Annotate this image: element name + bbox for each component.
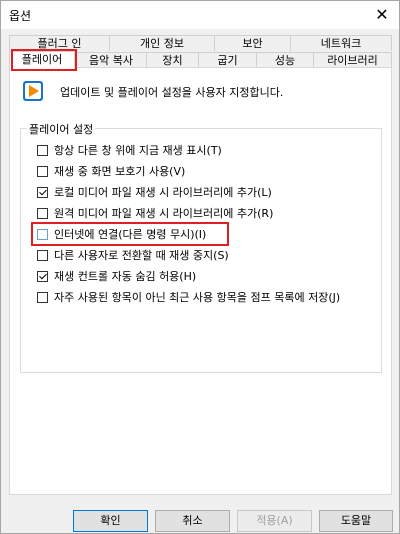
option-screensaver[interactable]: 재생 중 화면 보호기 사용(V) bbox=[37, 163, 185, 179]
option-label: 재생 중 화면 보호기 사용(V) bbox=[54, 165, 186, 178]
checkbox[interactable] bbox=[37, 207, 48, 219]
option-autohide-controls[interactable]: 재생 컨트롤 자동 숨김 허용(H) bbox=[37, 268, 196, 284]
tab-devices[interactable]: 장치 bbox=[146, 52, 198, 68]
title-bar: 옵션 ✕ bbox=[1, 1, 399, 29]
player-tab-highlight bbox=[11, 49, 77, 71]
tab-performance[interactable]: 성능 bbox=[256, 52, 313, 68]
option-label: 항상 다른 창 위에 지금 재생 표시(T) bbox=[54, 144, 222, 157]
option-jump-list-recent[interactable]: 자주 사용된 항목이 아닌 최근 사용 항목을 점프 목록에 저장(J) bbox=[37, 289, 340, 305]
checkbox-checked[interactable] bbox=[37, 186, 48, 198]
window-title: 옵션 bbox=[9, 9, 32, 23]
option-add-remote-files[interactable]: 원격 미디어 파일 재생 시 라이브러리에 추가(R) bbox=[37, 205, 273, 221]
checkbox[interactable] bbox=[37, 291, 48, 303]
option-stop-on-user-switch[interactable]: 다른 사용자로 전환할 때 재생 중지(S) bbox=[37, 247, 229, 263]
tab-library[interactable]: 라이브러리 bbox=[313, 52, 392, 68]
player-settings-panel: 업데이트 및 플레이어 설정을 사용자 지정합니다. 플레이어 설정 항상 다른… bbox=[9, 67, 392, 495]
cancel-button[interactable]: 취소 bbox=[155, 510, 230, 532]
option-label: 로컬 미디어 파일 재생 시 라이브러리에 추가(L) bbox=[54, 186, 272, 199]
checkbox[interactable] bbox=[37, 249, 48, 261]
option-label: 자주 사용된 항목이 아닌 최근 사용 항목을 점프 목록에 저장(J) bbox=[54, 291, 341, 304]
windows-media-player-icon bbox=[23, 81, 43, 101]
option-label: 재생 컨트롤 자동 숨김 허용(H) bbox=[54, 270, 197, 283]
apply-button[interactable]: 적용(A) bbox=[237, 510, 312, 532]
checkbox-checked[interactable] bbox=[37, 270, 48, 282]
player-settings-group: 플레이어 설정 항상 다른 창 위에 지금 재생 표시(T) 재생 중 화면 보… bbox=[20, 121, 382, 373]
internet-option-highlight bbox=[31, 222, 229, 246]
option-label: 다른 사용자로 전환할 때 재생 중지(S) bbox=[54, 249, 229, 262]
tab-burn[interactable]: 굽기 bbox=[198, 52, 256, 68]
checkbox[interactable] bbox=[37, 144, 48, 156]
option-label: 원격 미디어 파일 재생 시 라이브러리에 추가(R) bbox=[54, 207, 274, 220]
tab-security[interactable]: 보안 bbox=[214, 35, 290, 51]
option-add-local-files[interactable]: 로컬 미디어 파일 재생 시 라이브러리에 추가(L) bbox=[37, 184, 272, 200]
option-always-on-top[interactable]: 항상 다른 창 위에 지금 재생 표시(T) bbox=[37, 142, 222, 158]
group-title: 플레이어 설정 bbox=[27, 121, 96, 137]
options-dialog: 옵션 ✕ 플러그 인 개인 정보 보안 네트워크 플레이어 음악 복사 장치 굽… bbox=[0, 0, 400, 534]
tab-rip-music[interactable]: 음악 복사 bbox=[75, 52, 146, 68]
help-button[interactable]: 도움말 bbox=[319, 510, 393, 532]
tab-network[interactable]: 네트워크 bbox=[290, 35, 392, 51]
checkbox[interactable] bbox=[37, 165, 48, 177]
panel-description: 업데이트 및 플레이어 설정을 사용자 지정합니다. bbox=[60, 86, 284, 99]
close-icon[interactable]: ✕ bbox=[365, 1, 399, 29]
ok-button[interactable]: 확인 bbox=[73, 510, 148, 532]
tab-privacy[interactable]: 개인 정보 bbox=[109, 35, 214, 51]
